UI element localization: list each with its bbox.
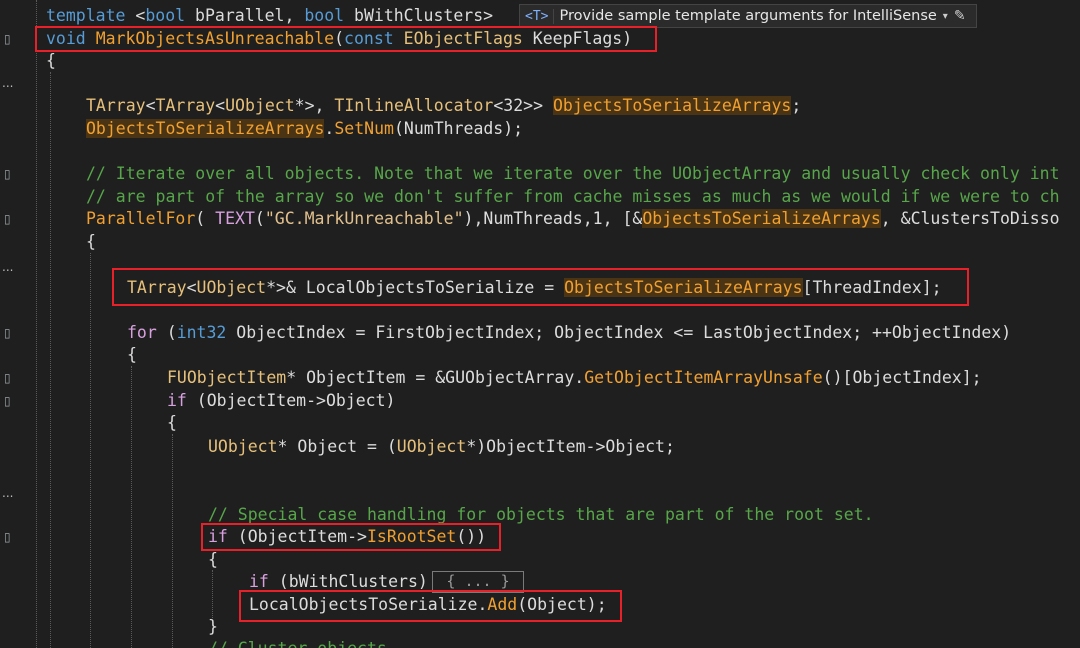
code-token: {: [86, 232, 96, 251]
code-line[interactable]: for (int32 ObjectIndex = FirstObjectInde…: [127, 321, 1011, 344]
code-token: ObjectsToSerializeArrays: [552, 96, 792, 115]
code-line[interactable]: // are part of the array so we don't suf…: [86, 185, 1060, 208]
code-line[interactable]: UObject* Object = (UObject*)ObjectItem->…: [208, 435, 675, 458]
code-token: bool: [145, 6, 186, 25]
fold-marker[interactable]: ▯: [4, 168, 11, 180]
code-line[interactable]: }: [208, 615, 218, 638]
code-token: <: [215, 96, 226, 115]
code-token: , &ClustersToDisso: [880, 209, 1060, 228]
code-line[interactable]: {: [127, 343, 137, 366]
collapsed-region-marker[interactable]: ...: [2, 76, 13, 90]
code-token: {: [167, 413, 177, 432]
code-token: TInlineAllocator: [334, 96, 494, 115]
code-token: // Iterate over all objects. Note that w…: [86, 164, 1060, 183]
template-badge-icon: <T>: [520, 8, 555, 24]
code-line[interactable]: ParallelFor( TEXT("GC.MarkUnreachable"),…: [86, 207, 1060, 230]
hint-text: Provide sample template arguments for In…: [559, 8, 937, 24]
code-token: *>,: [294, 96, 335, 115]
code-line[interactable]: {: [208, 548, 218, 571]
highlight-box-function-signature: [35, 26, 657, 52]
code-line[interactable]: // Iterate over all objects. Note that w…: [86, 162, 1060, 185]
code-line[interactable]: FUObjectItem* ObjectItem = &GUObjectArra…: [167, 366, 982, 389]
code-token: bParallel,: [185, 6, 305, 25]
code-line[interactable]: ObjectsToSerializeArrays.SetNum(NumThrea…: [86, 117, 523, 140]
code-token: UObject: [208, 437, 278, 456]
chevron-down-icon[interactable]: ▾: [943, 11, 948, 22]
indent-guide: [50, 72, 51, 648]
code-token: (NumThreads);: [393, 119, 524, 138]
fold-marker[interactable]: ▯: [4, 327, 11, 339]
code-token: int32: [176, 323, 227, 342]
code-token: if: [167, 391, 187, 410]
collapsed-region-marker[interactable]: ...: [2, 486, 13, 500]
code-token: ObjectsToSerializeArrays: [86, 119, 325, 138]
indent-guide: [172, 434, 173, 648]
code-token: ObjectIndex = FirstObjectIndex; ObjectIn…: [226, 323, 1012, 342]
code-token: .: [324, 119, 335, 138]
code-token: * Object = (: [277, 437, 397, 456]
code-token: SetNum: [334, 119, 394, 138]
code-line[interactable]: {: [167, 411, 177, 434]
code-token: UObject: [225, 96, 295, 115]
fold-marker[interactable]: ▯: [4, 395, 11, 407]
code-token: TEXT: [215, 209, 255, 228]
fold-marker[interactable]: ▯: [4, 33, 11, 45]
code-token: <: [125, 6, 146, 25]
code-token: if: [249, 572, 269, 591]
code-token: template: [46, 6, 126, 25]
code-token: (: [254, 209, 265, 228]
indent-guide: [212, 570, 213, 618]
highlight-box-local-array: [112, 268, 969, 306]
code-token: TArray: [86, 96, 146, 115]
code-token: (bWithClusters): [268, 572, 428, 591]
fold-marker[interactable]: ▯: [4, 531, 11, 543]
code-token: // Cluster objects: [208, 639, 387, 648]
code-token: ParallelFor: [86, 209, 196, 228]
code-token: * ObjectItem = &GUObjectArray.: [286, 368, 585, 387]
code-token: ()[ObjectIndex];: [822, 368, 982, 387]
code-token: }: [208, 617, 218, 636]
code-token: <: [145, 96, 156, 115]
fold-marker[interactable]: ▯: [4, 372, 11, 384]
pencil-icon[interactable]: ✎: [954, 8, 966, 24]
code-token: (: [195, 209, 216, 228]
code-token: ),NumThreads,1, [&: [463, 209, 643, 228]
highlight-box-is-root-set: [201, 523, 501, 551]
code-token: bWithClusters>: [344, 6, 494, 25]
code-token: TArray: [155, 96, 216, 115]
code-token: for: [127, 323, 157, 342]
code-line[interactable]: {: [86, 230, 96, 253]
code-token: bool: [304, 6, 345, 25]
code-line[interactable]: {: [46, 49, 56, 72]
code-token: *)ObjectItem->Object;: [466, 437, 675, 456]
code-editor[interactable]: ▯ ... ▯ ▯ ... ▯ ▯ ▯ ... ▯ template <bool…: [0, 0, 1080, 648]
intellisense-template-hint[interactable]: <T> Provide sample template arguments fo…: [519, 4, 977, 28]
code-line[interactable]: if (ObjectItem->Object): [167, 389, 396, 412]
code-token: <32>>: [493, 96, 553, 115]
highlight-box-add-object: [239, 590, 622, 622]
code-token: "GC.MarkUnreachable": [264, 209, 464, 228]
indent-guide: [90, 253, 91, 648]
code-token: (: [156, 323, 177, 342]
code-token: ;: [791, 96, 802, 115]
fold-marker[interactable]: ▯: [4, 213, 11, 225]
code-line[interactable]: template <bool bParallel, bool bWithClus…: [46, 4, 493, 27]
code-line[interactable]: // Cluster objects: [208, 637, 387, 648]
code-token: {: [46, 51, 56, 70]
code-line[interactable]: TArray<TArray<UObject*>, TInlineAllocato…: [86, 94, 801, 117]
code-token: {: [127, 345, 137, 364]
code-token: // Special case handling for objects tha…: [208, 505, 874, 524]
code-token: {: [208, 550, 218, 569]
collapsed-region-marker[interactable]: ...: [2, 260, 13, 274]
code-token: // are part of the array so we don't suf…: [86, 187, 1060, 206]
code-token: (ObjectItem->Object): [186, 391, 396, 410]
code-token: UObject: [396, 437, 467, 456]
code-token: ObjectsToSerializeArrays: [642, 209, 881, 228]
indent-guide: [131, 366, 132, 648]
code-token: GetObjectItemArrayUnsafe: [584, 368, 823, 387]
code-token: FUObjectItem: [167, 368, 287, 387]
indent-guide: [36, 0, 37, 648]
